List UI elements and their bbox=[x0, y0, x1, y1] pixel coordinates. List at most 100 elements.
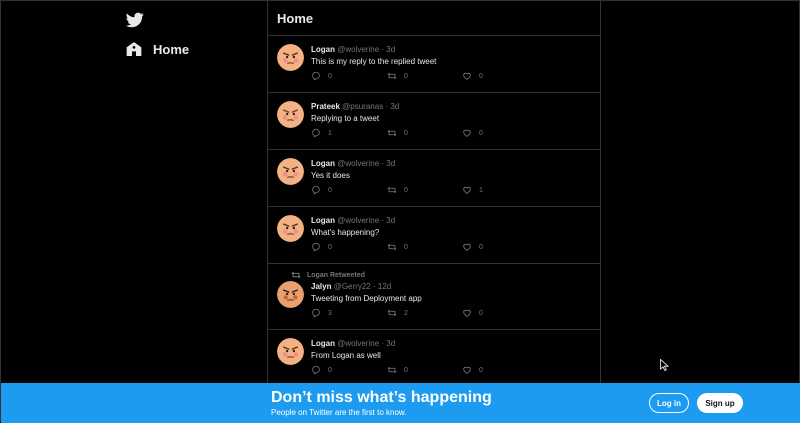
retweet-button[interactable]: 0 bbox=[387, 71, 408, 81]
sidebar-item-label: Home bbox=[153, 41, 190, 57]
avatar[interactable] bbox=[277, 215, 304, 242]
reply-button[interactable]: 0 bbox=[311, 365, 332, 375]
reply-icon bbox=[312, 71, 320, 81]
like-count: 0 bbox=[479, 129, 483, 137]
like-button[interactable]: 0 bbox=[462, 128, 483, 138]
author-handle[interactable]: @wolverine bbox=[337, 216, 379, 225]
tweet-header: Logan @wolverine · 3d bbox=[311, 159, 592, 169]
avatar[interactable] bbox=[277, 44, 304, 71]
author-handle[interactable]: @wolverine bbox=[337, 45, 379, 54]
like-button[interactable]: 1 bbox=[462, 185, 483, 195]
tweet-actions: 0 0 0 bbox=[311, 242, 501, 254]
reply-count: 0 bbox=[328, 366, 332, 374]
tweet[interactable]: Prateek @psuranas · 3d Replying to a twe… bbox=[268, 93, 600, 150]
signup-button[interactable]: Sign up bbox=[697, 393, 743, 413]
tweet-text: Replying to a tweet bbox=[311, 114, 380, 123]
tweet-time[interactable]: 3d bbox=[386, 45, 395, 54]
retweet-button[interactable]: 0 bbox=[387, 185, 408, 195]
mouse-cursor-icon bbox=[660, 359, 669, 371]
author-name[interactable]: Logan bbox=[311, 45, 335, 54]
author-name[interactable]: Logan bbox=[311, 159, 335, 168]
reply-count: 3 bbox=[328, 309, 332, 317]
twitter-bird-icon[interactable] bbox=[126, 11, 144, 29]
tweet-text: This is my reply to the replied tweet bbox=[311, 57, 437, 66]
signup-banner: Don’t miss what’s happening People on Tw… bbox=[1, 383, 800, 423]
reply-count: 1 bbox=[328, 129, 332, 137]
tweet-text: Tweeting from Deployment app bbox=[311, 294, 422, 303]
reply-button[interactable]: 3 bbox=[311, 308, 332, 318]
heart-icon bbox=[463, 186, 471, 194]
author-name[interactable]: Prateek bbox=[311, 102, 340, 111]
avatar[interactable] bbox=[277, 338, 304, 365]
retweet-button[interactable]: 0 bbox=[387, 128, 408, 138]
author-name[interactable]: Jalyn bbox=[311, 282, 331, 291]
tweet-actions: 0 0 0 bbox=[311, 365, 501, 377]
retweet-button[interactable]: 0 bbox=[387, 365, 408, 375]
retweeted-by-label: Logan Retweeted bbox=[307, 271, 365, 279]
reply-button[interactable]: 0 bbox=[311, 242, 332, 252]
sidebar-item-home[interactable]: Home bbox=[126, 41, 189, 57]
like-button[interactable]: 0 bbox=[462, 71, 483, 81]
separator-dot: · bbox=[381, 45, 385, 54]
retweet-icon bbox=[387, 366, 397, 374]
tweet-header: Jalyn @Gerry22 · 12d bbox=[311, 282, 592, 292]
like-button[interactable]: 0 bbox=[462, 308, 483, 318]
tweet[interactable]: Logan @wolverine · 3d What's happening? … bbox=[268, 207, 600, 264]
author-name[interactable]: Logan bbox=[311, 339, 335, 348]
heart-icon bbox=[463, 72, 471, 80]
retweet-icon bbox=[387, 243, 397, 251]
tweet[interactable]: Logan @wolverine · 3d Yes it does 0 0 1 bbox=[268, 150, 600, 207]
like-button[interactable]: 0 bbox=[462, 242, 483, 252]
like-count: 0 bbox=[479, 366, 483, 374]
tweet[interactable]: Logan @wolverine · 3d From Logan as well… bbox=[268, 330, 600, 387]
reply-button[interactable]: 1 bbox=[311, 128, 332, 138]
tweet-time[interactable]: 3d bbox=[390, 102, 399, 111]
app-window: Home Home Logan @wolverine · 3d This is … bbox=[0, 0, 800, 423]
like-button[interactable]: 0 bbox=[462, 365, 483, 375]
avatar[interactable] bbox=[277, 281, 304, 308]
separator-dot: · bbox=[385, 102, 389, 111]
tweet[interactable]: Logan @wolverine · 3d This is my reply t… bbox=[268, 36, 600, 93]
like-count: 0 bbox=[479, 72, 483, 80]
author-handle[interactable]: @wolverine bbox=[337, 159, 379, 168]
page-title: Home bbox=[277, 11, 314, 26]
separator-dot: · bbox=[381, 216, 385, 225]
tweet-time[interactable]: 3d bbox=[386, 159, 395, 168]
tweet-body: Logan @wolverine · 3d What's happening? bbox=[311, 216, 592, 238]
tweet[interactable]: Logan Retweeted Jalyn @Gerry22 · 12d Twe… bbox=[268, 264, 600, 330]
retweet-button[interactable]: 0 bbox=[387, 242, 408, 252]
tweet-actions: 0 0 0 bbox=[311, 71, 501, 83]
reply-count: 0 bbox=[328, 243, 332, 251]
tweet-actions: 1 0 0 bbox=[311, 128, 501, 140]
author-handle[interactable]: @Gerry22 bbox=[334, 282, 371, 291]
author-handle[interactable]: @wolverine bbox=[337, 339, 379, 348]
tweet-time[interactable]: 3d bbox=[386, 339, 395, 348]
heart-icon bbox=[463, 129, 471, 137]
reply-icon bbox=[312, 242, 320, 252]
separator-dot: · bbox=[372, 282, 376, 291]
retweet-button[interactable]: 2 bbox=[387, 308, 408, 318]
retweet-count: 0 bbox=[404, 72, 408, 80]
timeline: Home Logan @wolverine · 3d This is my re… bbox=[267, 1, 601, 421]
tweet-text: From Logan as well bbox=[311, 351, 381, 360]
like-count: 1 bbox=[479, 186, 483, 194]
heart-icon bbox=[463, 309, 471, 317]
avatar[interactable] bbox=[277, 101, 304, 128]
reply-icon bbox=[312, 185, 320, 195]
tweet-header: Logan @wolverine · 3d bbox=[311, 45, 592, 55]
reply-button[interactable]: 0 bbox=[311, 185, 332, 195]
retweet-icon bbox=[387, 72, 397, 80]
avatar[interactable] bbox=[277, 158, 304, 185]
tweet-time[interactable]: 12d bbox=[378, 282, 391, 291]
retweet-icon bbox=[387, 309, 397, 317]
author-name[interactable]: Logan bbox=[311, 216, 335, 225]
heart-icon bbox=[463, 366, 471, 374]
tweet-text: What's happening? bbox=[311, 228, 380, 237]
login-button[interactable]: Log in bbox=[649, 393, 689, 413]
reply-count: 0 bbox=[328, 72, 332, 80]
tweet-time[interactable]: 3d bbox=[386, 216, 395, 225]
retweet-count: 0 bbox=[404, 186, 408, 194]
reply-button[interactable]: 0 bbox=[311, 71, 332, 81]
author-handle[interactable]: @psuranas bbox=[342, 102, 383, 111]
reply-icon bbox=[312, 308, 320, 318]
